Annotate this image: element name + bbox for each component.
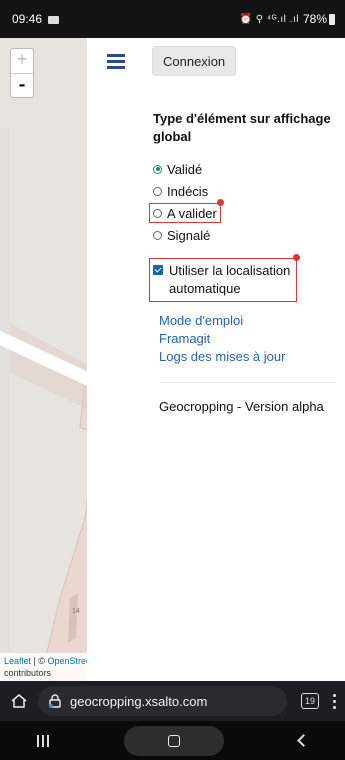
system-icons: ⏰ ⚲ ⁴ᴳ.ıl .ıl	[239, 13, 299, 25]
back-icon[interactable]	[296, 734, 310, 747]
recents-icon[interactable]	[37, 734, 50, 747]
zoom-out-button[interactable]: -	[11, 73, 33, 97]
option-valide[interactable]: Validé	[153, 158, 338, 180]
radio-checked-icon[interactable]	[153, 164, 162, 174]
auto-location-checkbox-row[interactable]: Utiliser la localisation automatique	[149, 254, 300, 302]
lock-icon[interactable]	[48, 694, 62, 708]
version-text: Geocropping - Version alpha	[159, 399, 324, 414]
browser-toolbar: geocropping.xsalto.com 19	[0, 681, 345, 721]
url-text: geocropping.xsalto.com	[70, 693, 208, 709]
option-signale[interactable]: Signalé	[153, 224, 338, 246]
zoom-in-button[interactable]: +	[11, 49, 33, 73]
section-title: Type d'élément sur affichage global	[153, 111, 331, 144]
link-logs[interactable]: Logs des mises à jour	[159, 348, 338, 366]
option-a-valider[interactable]: A valider	[149, 199, 338, 224]
house-number: 14	[72, 608, 80, 615]
option-label: Indécis	[167, 183, 209, 199]
element-type-options: Validé Indécis A valider Signalé	[149, 158, 338, 246]
battery-icon	[329, 13, 335, 25]
status-bar: 09:46 ⏰ ⚲ ⁴ᴳ.ıl .ıl 78%	[0, 0, 345, 38]
side-panel: Connexion Type d'élément sur affichage g…	[87, 38, 345, 681]
auto-location-label: Utiliser la localisation automatique	[169, 263, 291, 296]
divider	[159, 382, 335, 383]
link-mode-emploi[interactable]: Mode d'emploi	[159, 312, 338, 330]
option-label: A valider	[167, 205, 217, 221]
links-list: Mode d'emploi Framagit Logs des mises à …	[153, 312, 338, 366]
url-field[interactable]: geocropping.xsalto.com	[38, 686, 287, 716]
panel-body: Type d'élément sur affichage global Vali…	[149, 110, 338, 414]
link-framagit[interactable]: Framagit	[159, 330, 338, 348]
message-icon	[48, 15, 60, 24]
system-nav-bar	[0, 721, 345, 760]
home-nav-button[interactable]	[123, 725, 224, 756]
more-options-icon[interactable]	[333, 693, 337, 709]
menu-icon[interactable]	[107, 54, 125, 70]
battery-level: 78%	[302, 12, 327, 26]
panel-header: Connexion	[87, 38, 345, 88]
tabs-count-button[interactable]: 19	[301, 693, 319, 709]
checkbox-checked-icon[interactable]	[153, 265, 163, 275]
radio-icon[interactable]	[153, 230, 162, 240]
option-label: Signalé	[167, 227, 211, 243]
marker-dot	[293, 254, 300, 261]
attribution-separator: | ©	[31, 656, 48, 666]
leaflet-link[interactable]: Leaflet	[4, 656, 31, 666]
radio-icon[interactable]	[153, 186, 162, 196]
status-time: 09:46	[12, 12, 43, 26]
option-label: Validé	[167, 161, 203, 177]
login-button[interactable]: Connexion	[152, 46, 237, 76]
radio-icon[interactable]	[153, 208, 162, 218]
marker-dot	[216, 199, 224, 206]
zoom-control: + -	[10, 48, 34, 98]
attribution-contributors: contributors	[4, 668, 52, 678]
option-indecis[interactable]: Indécis	[153, 180, 338, 202]
home-icon[interactable]	[8, 690, 30, 712]
highlight-box: A valider	[149, 199, 224, 223]
